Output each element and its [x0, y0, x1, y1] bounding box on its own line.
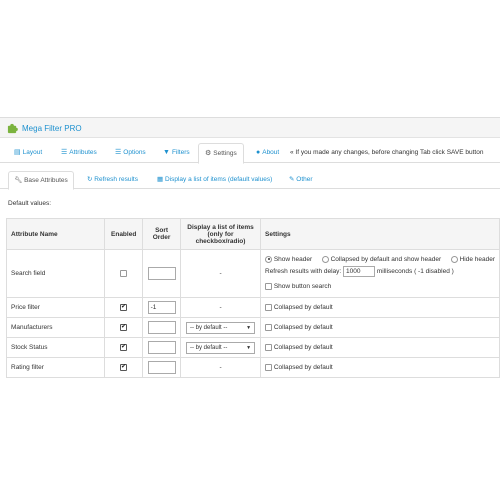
collapsed-checkbox[interactable]	[265, 323, 272, 331]
settings-subtabs: 🔧︎ Base Attributes ↻ Refresh results ▦ D…	[0, 171, 500, 190]
display-list-select[interactable]: -- by default -- ▼	[186, 341, 256, 354]
display-list-select[interactable]: -- by default -- ▼	[186, 321, 256, 334]
chevron-down-icon: ▼	[246, 324, 252, 331]
header-enabled: Enabled	[104, 218, 144, 250]
subtab-other[interactable]: ✎ Other	[284, 171, 318, 189]
collapsed-header-radio[interactable]	[321, 255, 329, 263]
tab-layout[interactable]: ▤ Layout	[8, 143, 48, 163]
enabled-checkbox[interactable]: ✔	[120, 343, 128, 351]
gear-icon: ⚙	[205, 150, 212, 157]
attribute-name: Search field	[5, 249, 106, 298]
enabled-checkbox[interactable]: ✔	[120, 323, 128, 331]
table-row: Rating filter ✔ - Collapsed by default	[5, 357, 500, 378]
sort-order-input[interactable]: -1	[147, 301, 176, 314]
header-display-list: Display a list of items (only for checkb…	[180, 218, 261, 250]
tab-settings[interactable]: ⚙ Settings	[198, 143, 244, 164]
wrench-icon: 🔧︎	[14, 177, 23, 184]
attributes-table: Attribute Name Enabled Sort Order Displa…	[5, 218, 500, 378]
collapsed-checkbox[interactable]	[265, 363, 272, 371]
sort-order-input[interactable]	[147, 361, 176, 374]
sort-order-input[interactable]	[147, 321, 176, 334]
refresh-icon: ↻	[87, 176, 93, 183]
page-title: Mega Filter PRO	[22, 124, 82, 133]
question-icon: ●	[256, 149, 261, 156]
list-icon: ☰	[115, 149, 122, 156]
search-settings: Show header Collapsed by default and sho…	[260, 249, 500, 298]
show-header-radio[interactable]	[265, 255, 272, 263]
header-sort-order: Sort Order	[142, 218, 182, 250]
table-row: Manufacturers ✔ -- by default -- ▼ Collap…	[5, 317, 500, 338]
collapsed-checkbox[interactable]	[265, 303, 272, 311]
sort-order-input[interactable]	[147, 267, 176, 280]
save-warning: « If you made any changes, before changi…	[290, 149, 484, 156]
table-header-row: Attribute Name Enabled Sort Order Displa…	[5, 218, 500, 250]
enabled-checkbox[interactable]: ✔	[120, 363, 128, 371]
chevron-down-icon: ▼	[246, 344, 252, 351]
pencil-icon: ✎	[289, 176, 295, 183]
table-row: Price filter ✔ -1 - Collapsed by default	[5, 297, 500, 318]
attribute-name: Stock Status	[5, 337, 106, 358]
subtab-base-attributes[interactable]: 🔧︎ Base Attributes	[8, 171, 74, 190]
tab-filters[interactable]: ▼ Filters	[157, 143, 196, 163]
panel-header: Mega Filter PRO	[0, 118, 500, 138]
subtab-refresh-results[interactable]: ↻ Refresh results	[82, 171, 143, 189]
tab-options[interactable]: ☰ Options	[109, 143, 152, 163]
display-list-value: -	[180, 249, 261, 298]
refresh-delay-input[interactable]: 1000	[343, 265, 376, 277]
sort-order-input[interactable]	[147, 341, 176, 354]
header-settings: Settings	[260, 218, 500, 250]
main-tabs: ▤ Layout ☰ Attributes ☰ Options ▼ Filters ⚙ S…	[0, 143, 500, 164]
attribute-name: Price filter	[5, 297, 106, 318]
default-values-label: Default values:	[8, 200, 51, 207]
header-attribute-name: Attribute Name	[5, 218, 106, 250]
enabled-checkbox[interactable]: ✔	[120, 303, 128, 311]
calendar-icon: ▦	[157, 176, 164, 183]
tab-attributes[interactable]: ☰ Attributes	[55, 143, 103, 163]
table-row: Stock Status ✔ -- by default -- ▼ Collaps…	[5, 337, 500, 358]
display-list-value: -	[180, 297, 261, 318]
list-icon: ☰	[61, 149, 68, 156]
hide-header-radio[interactable]	[450, 255, 458, 263]
table-row: Search field - Show header Collapsed by …	[5, 249, 500, 298]
attribute-name: Manufacturers	[5, 317, 106, 338]
tab-about[interactable]: ● About	[250, 143, 285, 163]
enabled-checkbox[interactable]	[120, 269, 128, 277]
module-panel: Mega Filter PRO ▤ Layout ☰ Attributes ☰ Opt…	[0, 117, 500, 379]
attribute-name: Rating filter	[5, 357, 106, 378]
filter-icon: ▼	[163, 149, 170, 156]
display-list-value: -	[180, 357, 261, 378]
file-icon: ▤	[14, 149, 21, 156]
collapsed-checkbox[interactable]	[265, 343, 272, 351]
subtab-display-list[interactable]: ▦ Display a list of items (default value…	[152, 171, 277, 189]
show-button-search-checkbox[interactable]	[265, 282, 272, 290]
puzzle-icon	[7, 123, 18, 134]
